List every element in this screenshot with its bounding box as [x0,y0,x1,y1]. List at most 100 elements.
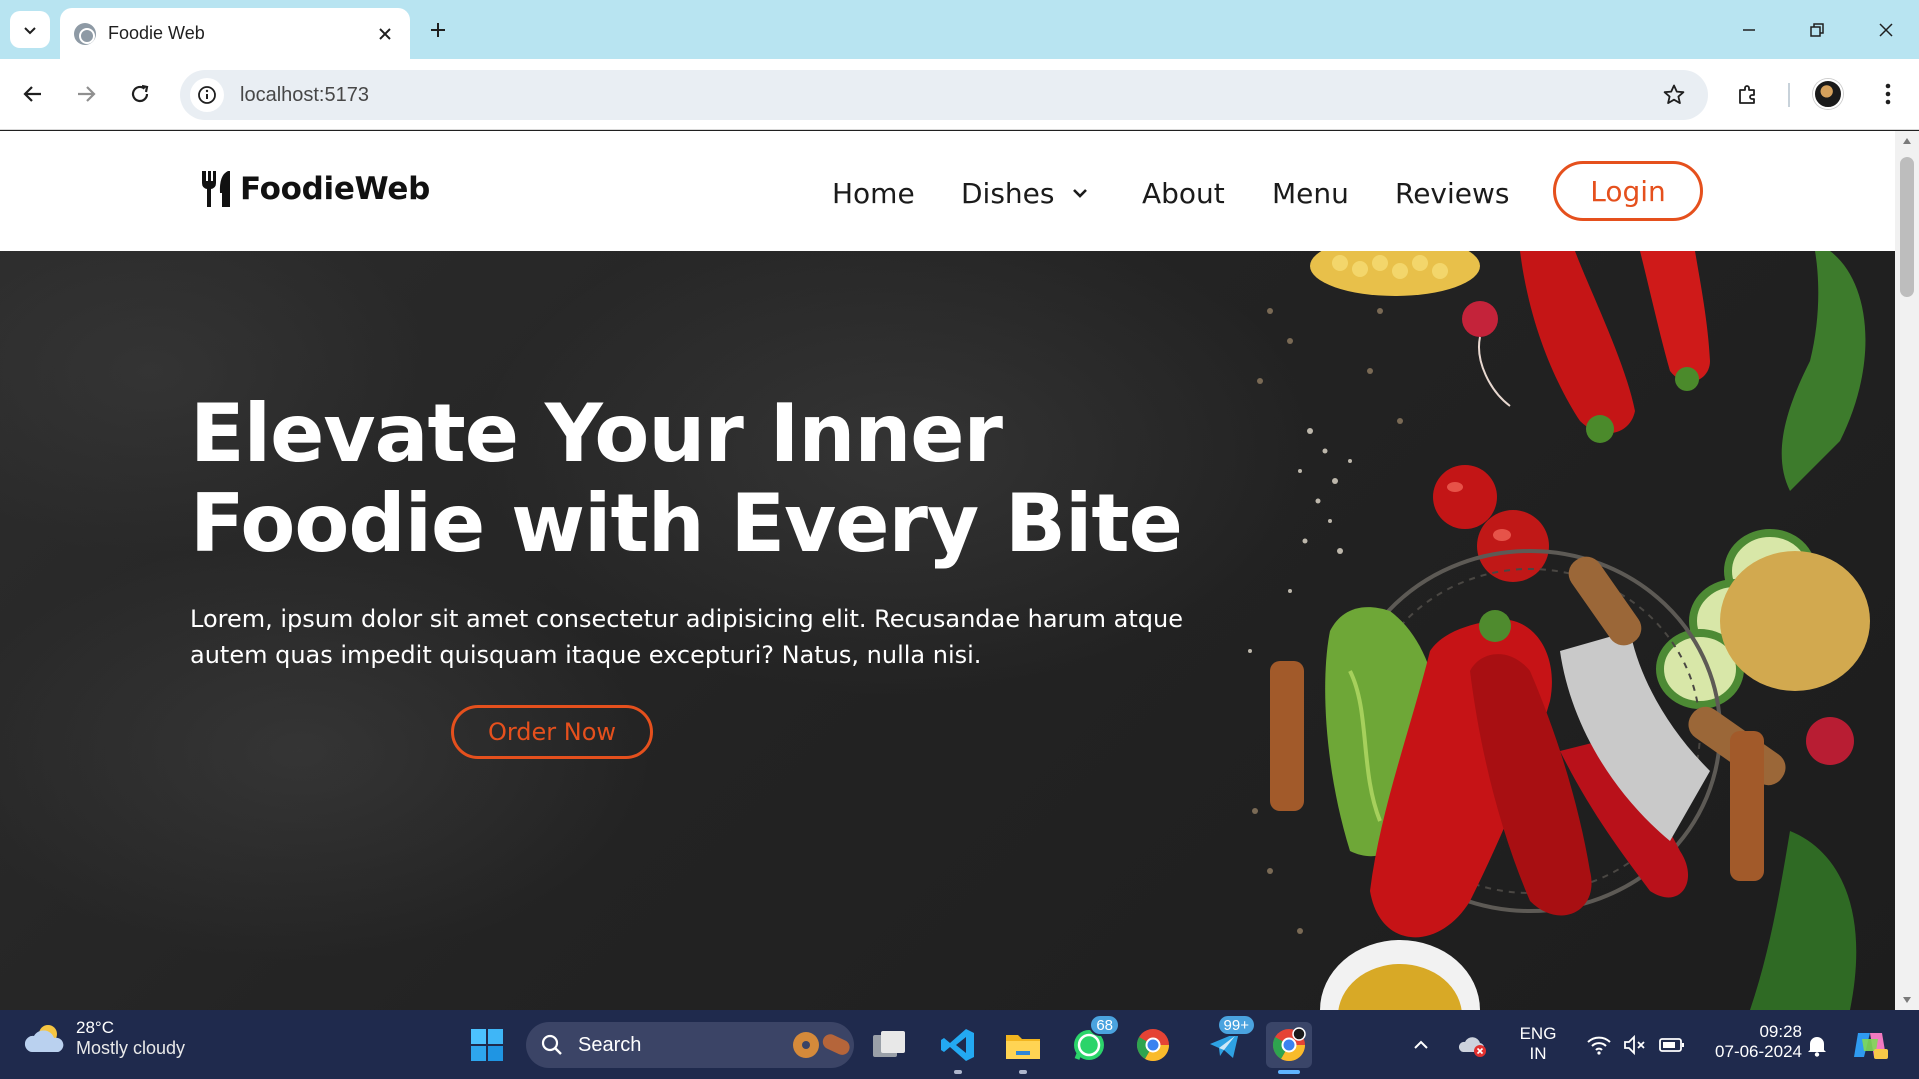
logo-text: FoodieWeb [240,171,430,207]
file-explorer-app[interactable] [1000,1022,1046,1074]
order-now-button[interactable]: Order Now [451,705,653,759]
page-viewport: FoodieWeb Home Dishes About Menu Reviews… [0,131,1895,1010]
reload-button[interactable] [120,74,160,114]
copilot-icon [1854,1033,1888,1059]
fork-knife-icon [202,171,230,207]
browser-toolbar: localhost:5173 [0,59,1919,130]
close-icon [379,27,391,40]
notifications-button[interactable] [1802,1022,1832,1068]
show-hidden-icons-button[interactable] [1406,1022,1436,1068]
more-vertical-icon [1885,83,1891,105]
bell-icon [1808,1037,1826,1057]
chrome-icon [1136,1029,1169,1062]
chevron-down-icon [24,26,36,34]
extensions-button[interactable] [1728,74,1768,114]
triangle-up-icon [1903,138,1911,144]
chrome-app[interactable] [1130,1022,1176,1068]
site-header: FoodieWeb Home Dishes About Menu Reviews… [0,131,1895,251]
scroll-up-button[interactable] [1895,131,1919,151]
page-scrollbar[interactable] [1895,131,1919,1010]
whatsapp-badge: 68 [1089,1014,1120,1036]
puzzle-icon [1739,85,1755,104]
nav-about[interactable]: About [1142,171,1225,215]
scroll-thumb[interactable] [1900,157,1914,297]
active-indicator [1278,1070,1300,1074]
browser-tab-bar: Foodie Web [0,0,1919,59]
speaker-muted-icon [1624,1034,1645,1056]
chevron-down-icon [1072,189,1087,198]
chrome-active-app[interactable] [1266,1022,1312,1074]
browser-tab-active[interactable]: Foodie Web [60,8,410,59]
toolbar-divider [1788,83,1790,107]
clock[interactable]: 09:28 07-06-2024 [1696,1022,1802,1062]
hero-section: Elevate Your Inner Foodie with Every Bit… [0,251,1895,1010]
whatsapp-app[interactable]: 68 [1066,1014,1120,1068]
close-window-button[interactable] [1861,8,1911,52]
restore-button[interactable] [1792,8,1842,52]
cloud-icon [24,1024,64,1052]
clock-time: 09:28 [1759,1022,1802,1041]
tab-search-button[interactable] [10,11,50,48]
address-bar[interactable]: localhost:5173 [180,70,1708,120]
site-info-button[interactable] [190,78,224,112]
taskbar-search[interactable]: Search [526,1022,854,1068]
avatar [1813,79,1843,109]
task-view-icon [873,1031,905,1057]
region-code: IN [1529,1044,1547,1063]
bookmark-button[interactable] [1654,75,1694,115]
weather-text: 28°C Mostly cloudy [76,1018,185,1059]
quick-settings-button[interactable] [1578,1022,1694,1068]
restore-icon [1810,23,1824,37]
weather-desc: Mostly cloudy [76,1038,186,1058]
globe-icon [74,22,96,45]
windows-taskbar: 28°C Mostly cloudy Search 68 99+ ENG IN … [0,1010,1919,1079]
nav-home[interactable]: Home [832,171,915,215]
telegram-badge: 99+ [1216,1014,1256,1036]
login-button[interactable]: Login [1553,161,1703,221]
scroll-down-button[interactable] [1895,990,1919,1010]
site-logo[interactable]: FoodieWeb [198,169,430,209]
info-icon [198,86,216,104]
vscode-app[interactable] [935,1022,981,1074]
task-view-button[interactable] [867,1022,913,1068]
tab-title: Foodie Web [108,23,205,43]
url-text[interactable]: localhost:5173 [240,84,1654,107]
search-icon [541,1034,562,1055]
weather-temp: 28°C [76,1018,114,1037]
clock-date: 07-06-2024 [1715,1042,1802,1061]
telegram-app[interactable]: 99+ [1202,1014,1256,1068]
language-indicator[interactable]: ENG IN [1512,1024,1564,1064]
language-code: ENG [1519,1024,1557,1043]
back-button[interactable] [13,74,53,114]
reload-icon [131,84,149,103]
arrow-left-icon [23,86,41,102]
star-icon [1663,84,1685,104]
vscode-icon [941,1029,974,1061]
plus-icon [431,23,445,37]
chevron-up-icon [1414,1040,1428,1049]
taskbar-search-text: Search [578,1033,642,1056]
nav-dishes[interactable]: Dishes [961,171,1091,215]
hero-title-line-1: Elevate Your Inner [190,387,1003,480]
hero-title: Elevate Your Inner Foodie with Every Bit… [190,389,1210,569]
battery-icon [1659,1038,1684,1052]
folder-icon [1006,1035,1040,1059]
weather-widget[interactable]: 28°C Mostly cloudy [24,1018,185,1059]
nav-reviews[interactable]: Reviews [1395,171,1510,215]
forward-button[interactable] [66,74,106,114]
nav-dishes-label: Dishes [961,176,1055,210]
start-button[interactable] [464,1022,510,1068]
new-tab-button[interactable] [420,12,456,48]
browser-menu-button[interactable] [1868,74,1908,114]
arrow-right-icon [78,86,96,102]
running-indicator [1019,1070,1027,1074]
minimize-button[interactable] [1724,8,1774,52]
vegetables-image [1248,251,1870,1010]
nav-menu[interactable]: Menu [1272,171,1349,215]
profile-button[interactable] [1808,74,1848,114]
close-icon [1879,23,1893,37]
onedrive-button[interactable] [1456,1022,1490,1068]
triangle-down-icon [1903,997,1911,1003]
copilot-button[interactable] [1848,1022,1892,1068]
tab-close-button[interactable] [368,17,402,51]
